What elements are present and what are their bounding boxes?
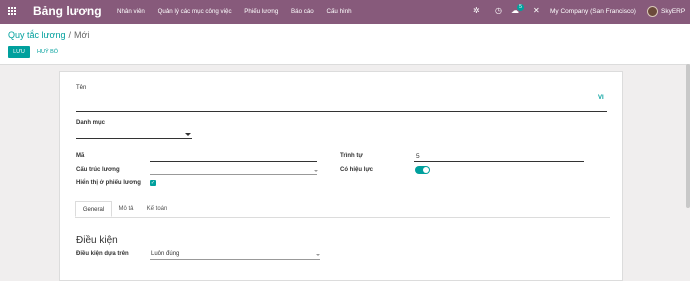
chevron-down-icon[interactable] — [185, 133, 191, 136]
show-on-payslip-checkbox[interactable]: ✓ — [150, 180, 156, 186]
menu-item-reports[interactable]: Báo cáo — [291, 8, 314, 15]
condition-label: Điều kiện dựa trên — [76, 251, 129, 257]
app-title: Bảng lương — [33, 4, 102, 18]
avatar[interactable] — [647, 6, 658, 17]
show-on-payslip-label: Hiển thị ở phiếu lương — [76, 180, 141, 186]
active-toggle[interactable] — [415, 166, 430, 174]
code-input[interactable] — [150, 161, 317, 162]
menu-item-work-entries[interactable]: Quản lý các mục công việc — [158, 8, 232, 15]
language-button[interactable]: VI — [598, 95, 604, 101]
name-label: Tên — [76, 85, 87, 91]
chat-count-badge: 5 — [517, 4, 524, 11]
sequence-label: Trình tự — [340, 153, 363, 159]
code-label: Mã — [76, 153, 85, 159]
form-sheet: Tên VI Danh mục Mã Trình tự 5 Cấu trúc l… — [59, 71, 623, 281]
tab-general[interactable]: General — [75, 201, 112, 217]
company-switcher[interactable]: My Company (San Francisco) — [550, 8, 636, 15]
user-menu[interactable]: SkyERP — [661, 8, 685, 15]
menu-item-payslips[interactable]: Phiếu lương — [244, 8, 278, 15]
menu-item-employees[interactable]: Nhân viên — [117, 8, 145, 15]
structure-label: Cấu trúc lương — [76, 167, 120, 173]
clock-icon[interactable]: ◷ — [495, 6, 502, 16]
name-input[interactable] — [76, 111, 607, 112]
apps-menu-icon[interactable] — [8, 7, 17, 16]
top-navbar: Bảng lương Nhân viên Quản lý các mục côn… — [0, 0, 690, 24]
breadcrumb-current: Mới — [73, 30, 90, 40]
tab-accounting[interactable]: Kế toán — [141, 201, 173, 217]
active-label: Có hiệu lực — [340, 167, 374, 173]
category-label: Danh mục — [76, 120, 106, 126]
scrollbar[interactable] — [686, 64, 690, 208]
chevron-down-icon[interactable] — [314, 170, 318, 172]
breadcrumb-parent[interactable]: Quy tắc lương — [8, 30, 65, 40]
save-button[interactable]: LƯU — [8, 46, 30, 58]
close-icon[interactable]: ✕ — [533, 6, 540, 16]
category-select[interactable] — [76, 138, 192, 139]
structure-select[interactable] — [150, 174, 317, 175]
notebook-tabs: General Mô tả Kế toán — [75, 201, 610, 218]
breadcrumb: Quy tắc lương / Mới — [8, 30, 89, 40]
section-title: Điều kiện — [76, 235, 118, 246]
breadcrumb-separator: / — [68, 30, 71, 40]
tab-description[interactable]: Mô tả — [112, 201, 140, 217]
main-menu: Nhân viên Quản lý các mục công việc Phiế… — [117, 8, 363, 15]
chevron-down-icon[interactable] — [316, 254, 320, 256]
bug-icon[interactable]: ✲ — [473, 6, 480, 16]
condition-select[interactable] — [150, 259, 320, 260]
discard-button[interactable]: HUỶ BỎ — [37, 46, 58, 58]
sequence-input[interactable] — [414, 161, 584, 162]
control-panel: Quy tắc lương / Mới LƯU HUỶ BỎ — [0, 24, 690, 65]
sequence-value: 5 — [416, 153, 420, 160]
condition-value: Luôn đúng — [151, 251, 180, 257]
menu-item-configuration[interactable]: Cấu hình — [327, 8, 352, 15]
